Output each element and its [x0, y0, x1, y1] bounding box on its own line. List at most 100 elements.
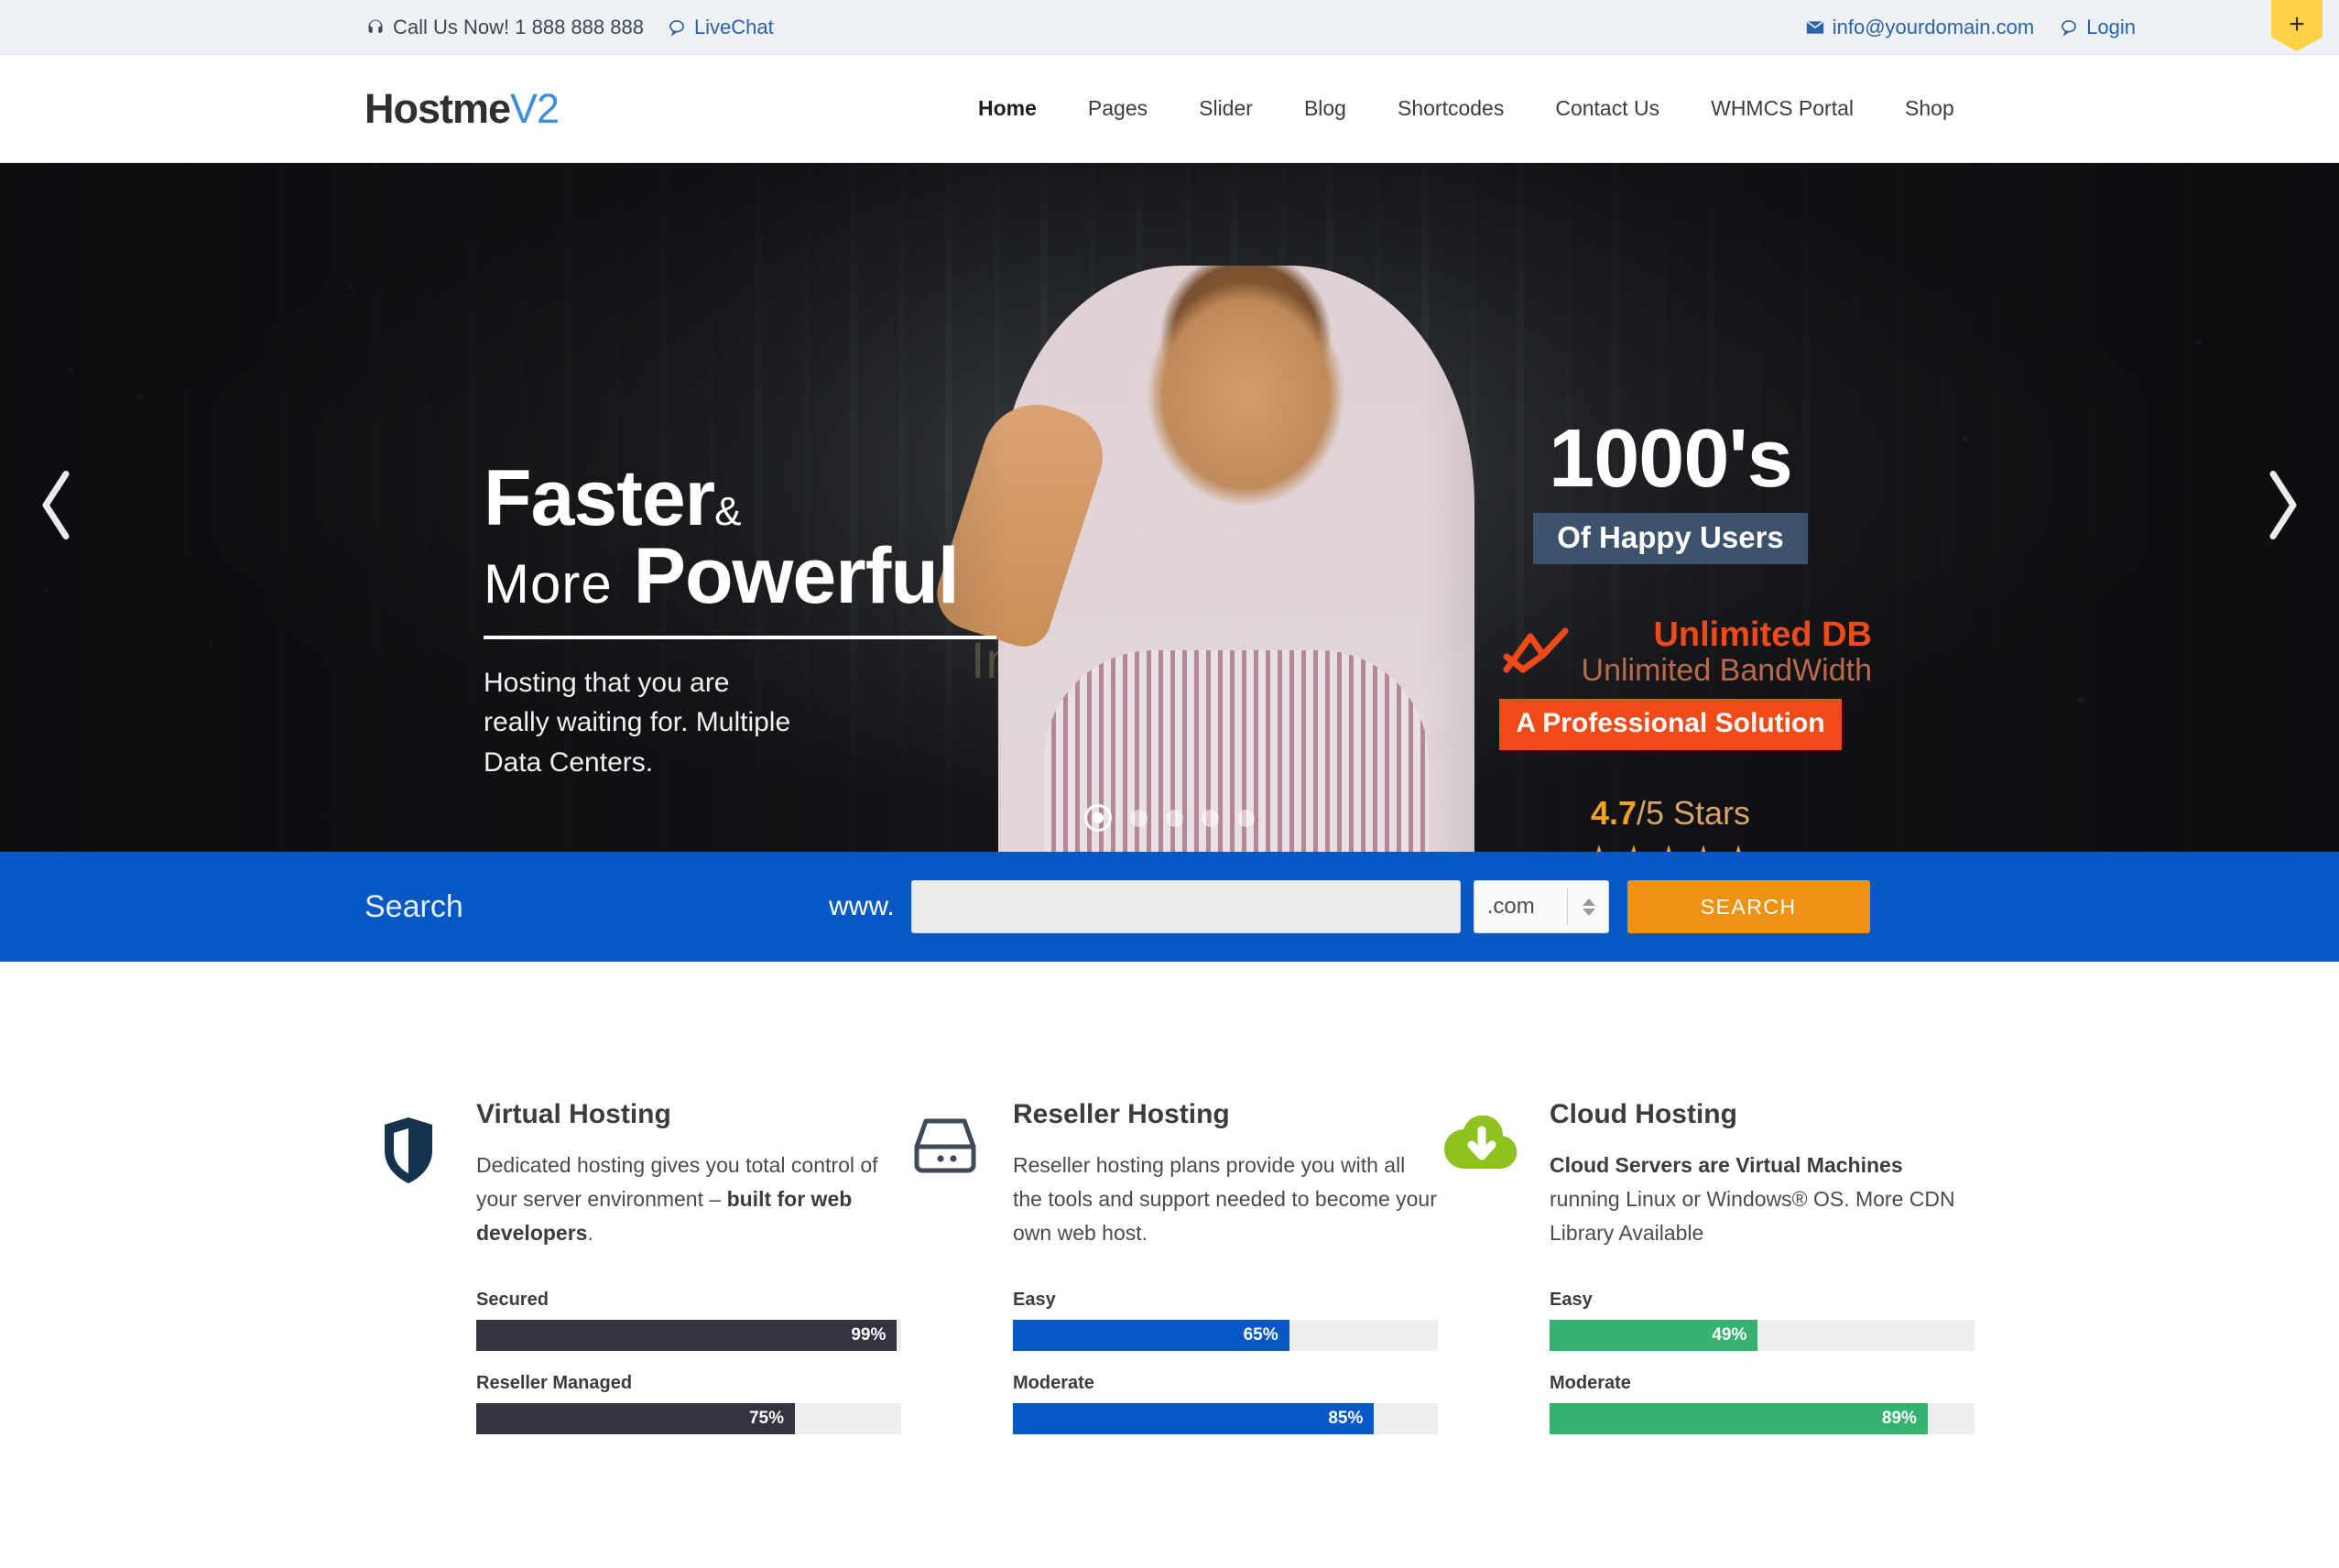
- feature-title: Cloud Hosting: [1550, 1099, 1737, 1129]
- progress-track: 75%: [476, 1403, 901, 1435]
- nav-item-contact-us[interactable]: Contact Us: [1529, 96, 1685, 121]
- login-item[interactable]: Login: [2060, 16, 2136, 39]
- hero-unlimited-bandwidth: Unlimited BandWidth: [1581, 652, 1872, 688]
- nav-item-pages[interactable]: Pages: [1062, 96, 1173, 121]
- envelope-icon: [1806, 20, 1824, 35]
- progress-label: Secured: [476, 1290, 549, 1311]
- email-text: info@yourdomain.com: [1832, 15, 2035, 38]
- slider-dot-5[interactable]: [1237, 809, 1255, 827]
- hero-headline-ampersand: &: [714, 489, 741, 534]
- feature-description: Dedicated hosting gives you total contro…: [476, 1149, 901, 1249]
- www-prefix-label: www.: [829, 891, 895, 921]
- hero-slider: Image Faster& More Powerful Hosting that…: [0, 163, 2339, 852]
- hero-headline-faster: Faster: [484, 454, 715, 542]
- livechat-text: LiveChat: [693, 15, 774, 38]
- slider-dot-1[interactable]: [1084, 804, 1112, 832]
- chevron-updown-icon: [1582, 898, 1595, 916]
- progress-fill: 75%: [476, 1403, 795, 1435]
- server-drive-icon: [901, 1099, 989, 1456]
- hero-model-photo: [998, 266, 1474, 852]
- slider-dot-4[interactable]: [1202, 809, 1219, 827]
- hero-left-content: Faster& More Powerful Hosting that you a…: [484, 459, 1033, 782]
- progress-track: 49%: [1550, 1320, 1975, 1352]
- feature-body: Reseller Hosting Reseller hosting plans …: [1013, 1099, 1438, 1456]
- search-section-title: Search: [364, 888, 463, 924]
- nav-item-shop[interactable]: Shop: [1879, 96, 1980, 121]
- hero-subtext: Hosting that you are really waiting for.…: [484, 667, 791, 778]
- cloud-download-icon: [1438, 1099, 1526, 1456]
- slider-dot-3[interactable]: [1166, 809, 1183, 827]
- progress-label: Easy: [1550, 1290, 1593, 1311]
- tld-select[interactable]: .com: [1473, 880, 1609, 933]
- hero-user-count: 1000's: [1549, 413, 1793, 505]
- progress-track: 85%: [1013, 1403, 1438, 1435]
- plus-icon: +: [2289, 9, 2305, 39]
- domain-search-form: www. .com SEARCH: [829, 880, 1870, 933]
- slider-dot-2[interactable]: [1130, 809, 1148, 827]
- hero-headline-more: More: [484, 552, 613, 615]
- livechat-item[interactable]: LiveChat: [668, 16, 774, 39]
- feature-description: Reseller hosting plans provide you with …: [1013, 1149, 1438, 1249]
- topbar-right-group: info@yourdomain.com Login: [1806, 16, 2136, 39]
- feature-desc-bold: Cloud Servers are Virtual Machines: [1550, 1153, 1903, 1177]
- add-panel-tab-button[interactable]: +: [2271, 0, 2323, 51]
- progress-fill: 89%: [1550, 1403, 1928, 1435]
- slider-next-button[interactable]: [2262, 467, 2304, 549]
- site-header: HostmeV2 Home Pages Slider Blog Shortcod…: [0, 55, 2339, 163]
- slider-prev-button[interactable]: [35, 467, 77, 549]
- email-item[interactable]: info@yourdomain.com: [1806, 16, 2034, 39]
- progress-label: Moderate: [1550, 1373, 1631, 1394]
- call-us-item[interactable]: Call Us Now! 1 888 888 888: [366, 16, 644, 39]
- nav-item-slider[interactable]: Slider: [1173, 96, 1278, 121]
- domain-search-bar: Search www. .com SEARCH: [0, 852, 2339, 962]
- nav-item-shortcodes[interactable]: Shortcodes: [1372, 96, 1529, 121]
- hero-happy-users-badge: Of Happy Users: [1533, 513, 1808, 564]
- feature-title: Virtual Hosting: [476, 1099, 671, 1129]
- headset-icon: [366, 18, 385, 37]
- topbar-left-group: Call Us Now! 1 888 888 888 LiveChat: [366, 16, 774, 39]
- progress-fill: 49%: [1550, 1320, 1758, 1352]
- nav-item-whmcs-portal[interactable]: WHMCS Portal: [1685, 96, 1879, 121]
- progress-label: Moderate: [1013, 1373, 1094, 1394]
- hero-divider: [484, 635, 996, 639]
- features-section: Virtual Hosting Dedicated hosting gives …: [0, 962, 2339, 1457]
- hero-rating-suffix: /5 Stars: [1636, 794, 1751, 833]
- hero-star-rating: ★★★★★: [1469, 838, 1872, 852]
- feature-description: Cloud Servers are Virtual Machines runni…: [1550, 1149, 1975, 1249]
- logo-main-text: Hostme: [364, 85, 511, 132]
- utility-topbar: Call Us Now! 1 888 888 888 LiveChat info…: [0, 0, 2339, 55]
- progress-track: 89%: [1550, 1403, 1975, 1435]
- site-logo[interactable]: HostmeV2: [364, 85, 560, 132]
- tld-selected-value: .com: [1486, 894, 1535, 919]
- hero-unlimited-db: Unlimited DB: [1653, 615, 1872, 654]
- nav-item-home[interactable]: Home: [952, 96, 1062, 121]
- shield-icon: [364, 1099, 452, 1456]
- feature-title: Reseller Hosting: [1013, 1099, 1230, 1129]
- progress-fill: 85%: [1013, 1403, 1375, 1435]
- logo-accent-text: V2: [510, 85, 560, 132]
- domain-search-button[interactable]: SEARCH: [1626, 880, 1870, 933]
- progress-label: Easy: [1013, 1290, 1056, 1311]
- progress-track: 99%: [476, 1320, 901, 1352]
- slider-pagination: [1084, 804, 1255, 832]
- progress-label: Reseller Managed: [476, 1373, 633, 1394]
- progress-track: 65%: [1013, 1320, 1438, 1352]
- call-us-text: Call Us Now! 1 888 888 888: [393, 15, 644, 38]
- hero-unlimited-group: Unlimited DB Unlimited BandWidth: [1469, 615, 1872, 688]
- feature-desc-part2: .: [587, 1220, 593, 1245]
- login-text: Login: [2086, 15, 2136, 38]
- hero-rating-value: 4.7: [1590, 794, 1637, 833]
- feature-desc-part2: running Linux or Windows® OS. More CDN L…: [1550, 1186, 1955, 1245]
- feature-card-virtual-hosting: Virtual Hosting Dedicated hosting gives …: [364, 1099, 901, 1456]
- hero-professional-badge: A Professional Solution: [1499, 699, 1842, 751]
- hero-headline-line1: Faster&: [484, 459, 1033, 538]
- tld-select-divider: [1566, 888, 1568, 925]
- feature-card-reseller-hosting: Reseller Hosting Reseller hosting plans …: [901, 1099, 1438, 1456]
- progress-fill: 65%: [1013, 1320, 1289, 1352]
- chat-bubble-icon: [668, 18, 686, 37]
- main-navigation: Home Pages Slider Blog Shortcodes Contac…: [952, 96, 1980, 121]
- domain-search-input[interactable]: [910, 880, 1461, 933]
- hero-right-content: 1000's Of Happy Users Unlimited DB Unlim…: [1469, 418, 1872, 852]
- hero-unlimited-text: Unlimited DB Unlimited BandWidth: [1581, 615, 1872, 688]
- nav-item-blog[interactable]: Blog: [1278, 96, 1372, 121]
